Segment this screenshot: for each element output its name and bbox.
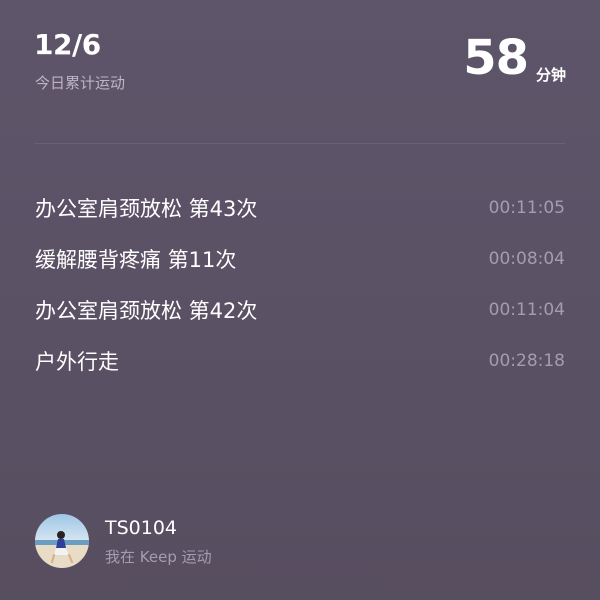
activity-duration: 00:11:05 <box>488 197 565 218</box>
activity-row[interactable]: 户外行走 00:28:18 <box>35 335 565 386</box>
username: TS0104 <box>105 516 178 539</box>
activity-duration: 00:11:04 <box>488 299 565 320</box>
daily-total-caption: 今日累计运动 <box>35 74 126 92</box>
minutes-unit-label: 分钟 <box>535 66 566 84</box>
activity-title: 户外行走 <box>35 349 119 374</box>
avatar[interactable] <box>35 514 89 568</box>
activity-duration: 00:08:04 <box>488 248 565 269</box>
profile-text: TS0104 我在 Keep 运动 <box>105 516 212 567</box>
date-label: 12/6 <box>34 28 101 61</box>
app-slogan: 我在 Keep 运动 <box>105 547 212 566</box>
activity-row[interactable]: 缓解腰背疼痛 第11次 00:08:04 <box>35 233 565 284</box>
activity-row[interactable]: 办公室肩颈放松 第43次 00:11:05 <box>35 182 565 233</box>
activity-list: 办公室肩颈放松 第43次 00:11:05 缓解腰背疼痛 第11次 00:08:… <box>35 182 565 386</box>
total-minutes-value: 58 <box>463 30 529 86</box>
header-divider <box>35 143 565 144</box>
activity-title: 办公室肩颈放松 第42次 <box>35 298 258 323</box>
avatar-photo-icon <box>35 514 89 568</box>
user-profile[interactable]: TS0104 我在 Keep 运动 <box>35 514 212 568</box>
activity-duration: 00:28:18 <box>488 350 565 371</box>
activity-title: 办公室肩颈放松 第43次 <box>35 196 258 221</box>
activity-row[interactable]: 办公室肩颈放松 第42次 00:11:04 <box>35 284 565 335</box>
activity-title: 缓解腰背疼痛 第11次 <box>35 247 237 272</box>
daily-summary-card: 12/6 今日累计运动 58 分钟 办公室肩颈放松 第43次 00:11:05 … <box>0 0 600 600</box>
